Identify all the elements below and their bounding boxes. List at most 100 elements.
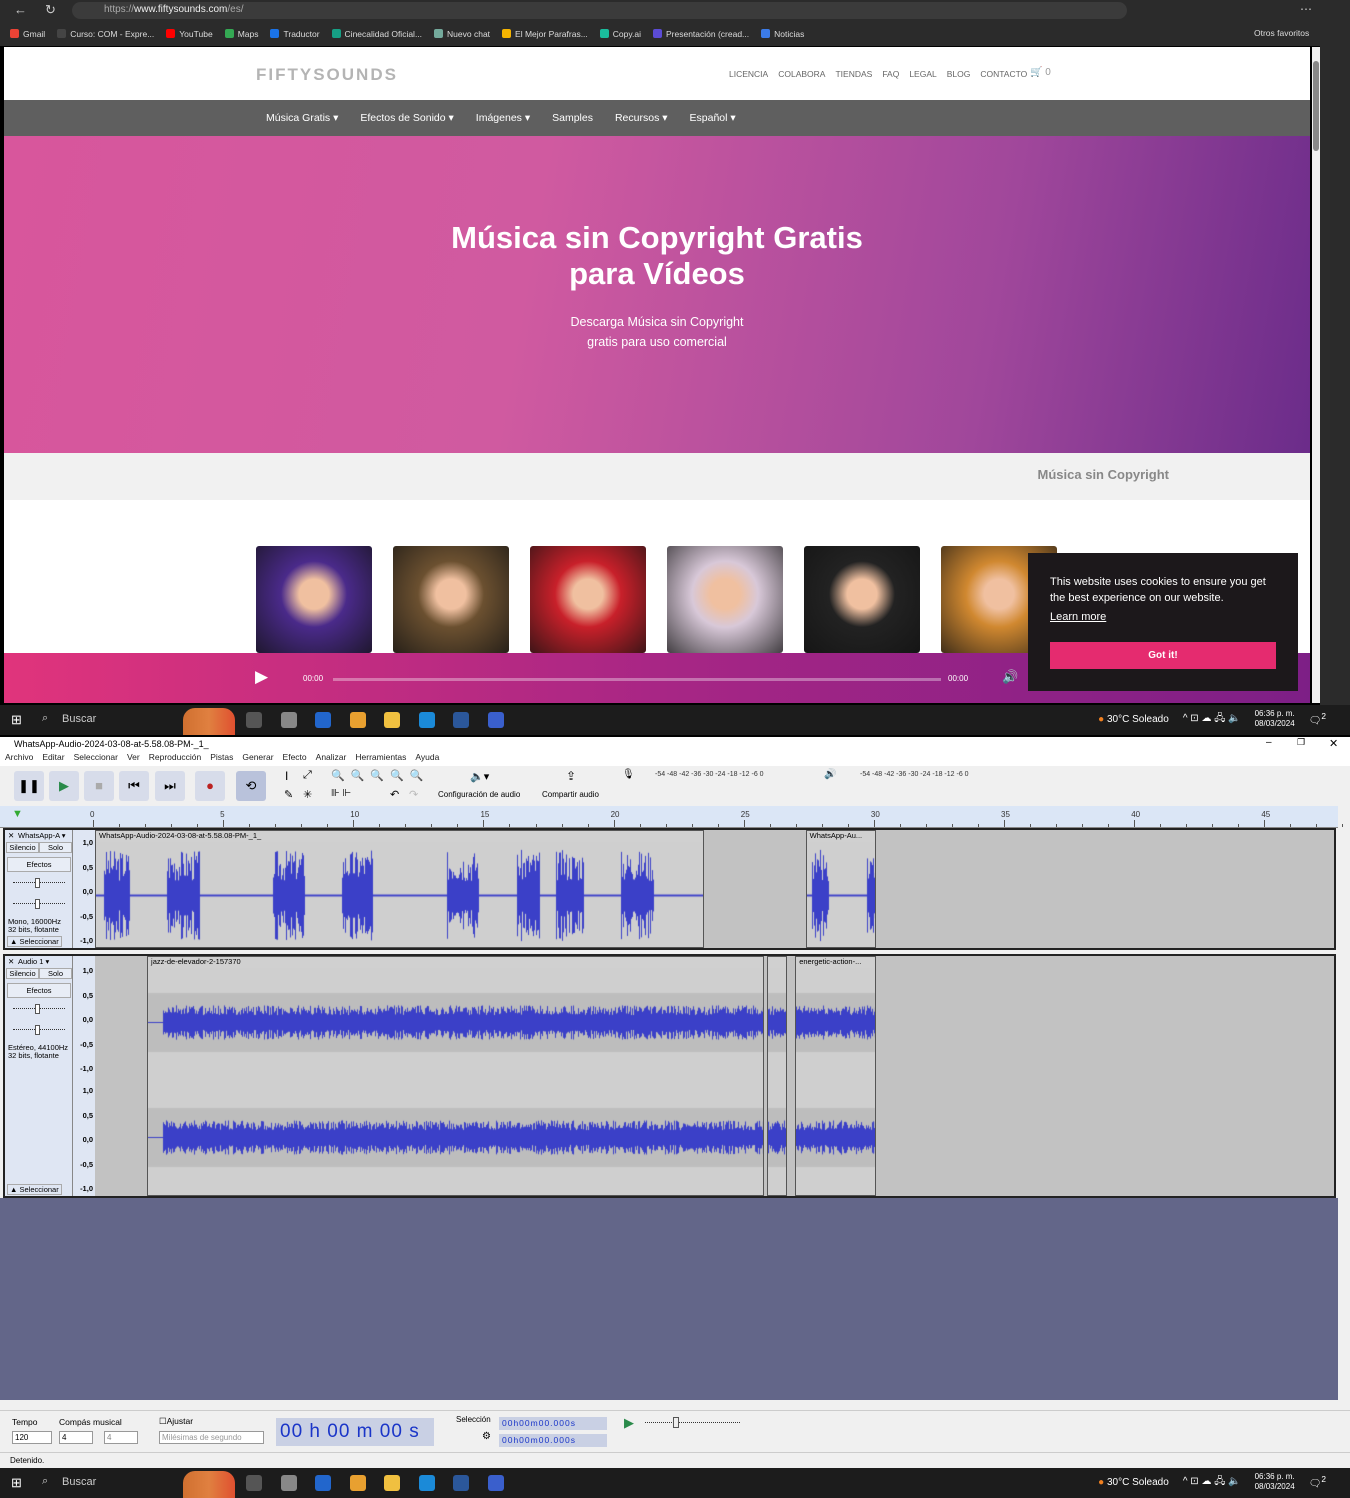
menu-item[interactable]: Generar bbox=[242, 752, 273, 766]
pan-slider[interactable] bbox=[13, 899, 65, 909]
solo-button[interactable]: Solo bbox=[39, 968, 72, 979]
effects-button[interactable]: Efectos bbox=[7, 983, 71, 998]
pause-button[interactable]: ❚❚ bbox=[14, 771, 44, 801]
tempo-input[interactable]: 120 bbox=[12, 1431, 52, 1444]
menu-item[interactable]: Efecto bbox=[283, 752, 307, 766]
music-thumbnail[interactable] bbox=[256, 546, 372, 653]
store-icon[interactable] bbox=[349, 712, 366, 728]
bookmark[interactable]: Copy.ai bbox=[599, 28, 641, 39]
tray-icons[interactable]: ^ ⊡ ☁ 🖧 🔈 bbox=[1183, 1474, 1241, 1491]
address-bar[interactable]: https://www.fiftysounds.com/es/ bbox=[72, 2, 1127, 19]
selection-tool-icon[interactable]: I bbox=[285, 769, 288, 783]
meter-denominator[interactable]: 4 bbox=[104, 1431, 138, 1444]
top-nav-link[interactable]: CONTACTO bbox=[980, 69, 1027, 79]
task-view-icon[interactable] bbox=[246, 712, 262, 728]
loop-button[interactable]: ⟲ bbox=[236, 771, 266, 801]
store-icon[interactable] bbox=[349, 1475, 366, 1491]
draw-tool-icon[interactable]: ✎ bbox=[284, 788, 293, 801]
menu-item[interactable]: Editar bbox=[42, 752, 64, 766]
menu-item[interactable]: Archivo bbox=[5, 752, 33, 766]
share-audio-button[interactable]: Compartir audio bbox=[542, 790, 599, 799]
weather-widget[interactable]: ● 30°C Soleado bbox=[1098, 1477, 1169, 1488]
back-icon[interactable]: ← bbox=[14, 2, 27, 17]
audio-clip[interactable] bbox=[766, 956, 788, 1196]
vertical-scrollbar[interactable] bbox=[1338, 828, 1350, 1400]
solo-button[interactable]: Solo bbox=[39, 842, 72, 853]
volume-icon[interactable]: 🔊 bbox=[1002, 669, 1018, 685]
pan-slider[interactable] bbox=[13, 1025, 65, 1035]
edge-icon[interactable] bbox=[418, 1475, 435, 1491]
main-nav-item[interactable]: Imágenes ▾ bbox=[476, 112, 530, 124]
bookmark[interactable]: Gmail bbox=[10, 28, 45, 39]
got-it-button[interactable]: Got it! bbox=[1050, 642, 1276, 669]
windows-start-icon[interactable]: ⊞ bbox=[11, 1475, 22, 1491]
play-icon[interactable]: ▶ bbox=[255, 667, 268, 687]
trim-icon[interactable]: ⊪ ⊩ bbox=[331, 788, 351, 799]
selection-start[interactable]: 00h00m00.000s bbox=[499, 1417, 607, 1430]
clip-name[interactable] bbox=[767, 957, 787, 968]
settings-icon[interactable] bbox=[280, 1475, 297, 1491]
task-view-icon[interactable] bbox=[246, 1475, 262, 1491]
share-icon[interactable]: ⇪ bbox=[566, 769, 576, 783]
audacity-icon[interactable] bbox=[487, 712, 504, 728]
play-button[interactable]: ▶ bbox=[49, 771, 79, 801]
undo-icon[interactable]: ↶ bbox=[390, 788, 399, 801]
windows-start-icon[interactable]: ⊞ bbox=[11, 712, 22, 728]
timeline-ruler[interactable]: ▼ 0 5 10 15 20 25 30 35 40 45 bbox=[0, 806, 1344, 828]
music-thumbnail[interactable] bbox=[530, 546, 646, 653]
menu-item[interactable]: Seleccionar bbox=[74, 752, 118, 766]
notifications-icon[interactable]: 🗨2 bbox=[1309, 711, 1326, 726]
bookmark[interactable]: YouTube bbox=[166, 28, 213, 39]
menu-item[interactable]: Reproducción bbox=[149, 752, 201, 766]
gain-slider[interactable] bbox=[13, 878, 65, 888]
bookmark[interactable]: Maps bbox=[224, 28, 258, 39]
page-scrollbar[interactable] bbox=[1312, 47, 1320, 703]
top-nav-link[interactable]: LICENCIA bbox=[729, 69, 768, 79]
record-button[interactable]: ● bbox=[195, 771, 225, 801]
top-nav-link[interactable]: FAQ bbox=[882, 69, 899, 79]
select-button[interactable]: ▲ Seleccionar bbox=[7, 1184, 62, 1195]
menu-item[interactable]: Pistas bbox=[210, 752, 233, 766]
menu-item[interactable]: Herramientas bbox=[355, 752, 406, 766]
gain-slider[interactable] bbox=[13, 1004, 65, 1014]
taskbar-widget-image[interactable] bbox=[183, 1471, 235, 1498]
close-button[interactable]: ✕ bbox=[1329, 737, 1338, 750]
bookmark[interactable]: Noticias bbox=[761, 28, 804, 39]
top-nav-link[interactable]: TIENDAS bbox=[835, 69, 872, 79]
bookmark[interactable]: Cinecalidad Oficial... bbox=[331, 28, 422, 39]
audio-clip[interactable]: jazz-de-elevador-2-157370 bbox=[147, 956, 764, 1196]
main-nav-item[interactable]: Efectos de Sonido ▾ bbox=[360, 112, 453, 124]
snap-unit-select[interactable]: Milésimas de segundo bbox=[159, 1431, 264, 1444]
clip-name[interactable]: jazz-de-elevador-2-157370 bbox=[148, 957, 763, 968]
security-icon[interactable] bbox=[315, 1475, 331, 1491]
maximize-button[interactable]: ❐ bbox=[1297, 737, 1305, 748]
redo-icon[interactable]: ↷ bbox=[409, 788, 418, 801]
music-thumbnail[interactable] bbox=[393, 546, 509, 653]
audio-clip[interactable]: WhatsApp-Audio-2024-03-08-at-5.58.08-PM-… bbox=[95, 830, 705, 948]
word-icon[interactable] bbox=[453, 712, 469, 728]
track-whatsapp[interactable]: ✕ WhatsApp-A ▾ Silencio Solo Efectos Mono, 16… bbox=[3, 828, 1336, 950]
audio-setup-button[interactable]: Configuración de audio bbox=[438, 790, 520, 799]
audio-setup-icon[interactable]: 🔈▾ bbox=[470, 770, 489, 783]
refresh-icon[interactable]: ↻ bbox=[45, 2, 56, 18]
close-track-icon[interactable]: ✕ bbox=[8, 957, 14, 966]
settings-icon[interactable] bbox=[280, 712, 297, 728]
selection-settings-icon[interactable]: ⚙ bbox=[482, 1431, 491, 1442]
horizontal-scrollbar[interactable] bbox=[0, 1400, 1338, 1410]
file-explorer-icon[interactable] bbox=[384, 712, 400, 728]
record-meter[interactable]: -54 -48 -42 -36 -30 -24 -18 -12 -6 0 bbox=[655, 771, 764, 778]
learn-more-link[interactable]: Learn more bbox=[1050, 609, 1106, 625]
security-icon[interactable] bbox=[315, 712, 331, 728]
time-display[interactable]: 00 h 00 m 00 s bbox=[276, 1418, 434, 1446]
taskbar-widget-image[interactable] bbox=[183, 708, 235, 735]
selection-end[interactable]: 00h00m00.000s bbox=[499, 1434, 607, 1447]
other-favorites[interactable]: Otros favoritos bbox=[1254, 28, 1309, 38]
main-nav-item[interactable]: Música Gratis ▾ bbox=[266, 112, 338, 124]
tray-icons[interactable]: ^ ⊡ ☁ 🖧 🔈 bbox=[1183, 711, 1241, 728]
bookmark[interactable]: Traductor bbox=[270, 28, 320, 39]
cart-icon[interactable]: 🛒 0 bbox=[1030, 67, 1051, 78]
effects-button[interactable]: Efectos bbox=[7, 857, 71, 872]
clip-name[interactable]: energetic-action-... bbox=[796, 957, 875, 968]
top-nav-link[interactable]: LEGAL bbox=[909, 69, 936, 79]
progress-bar[interactable] bbox=[333, 678, 941, 681]
